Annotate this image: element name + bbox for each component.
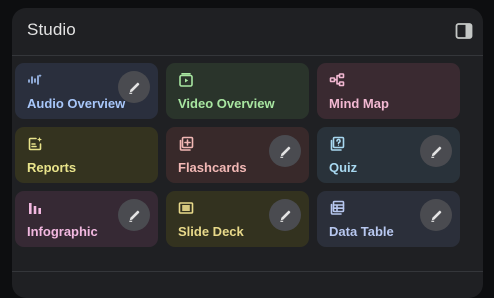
card-label: Quiz (329, 160, 358, 175)
bar-chart-icon (27, 200, 43, 216)
bottom-divider (12, 271, 483, 272)
header-divider (12, 55, 483, 56)
card-label: Flashcards (178, 160, 247, 175)
audio-waveform-icon (27, 72, 43, 88)
flashcards-icon (178, 136, 194, 152)
studio-card-infographic[interactable]: Infographic (15, 191, 158, 247)
edit-pencil-icon[interactable] (269, 135, 301, 167)
table-icon (329, 200, 345, 216)
reports-sparkle-icon (27, 136, 43, 152)
side-panel-icon[interactable] (455, 22, 473, 40)
panel-title: Studio (27, 20, 76, 39)
edit-pencil-icon[interactable] (420, 199, 452, 231)
edit-pencil-icon[interactable] (118, 199, 150, 231)
card-label: Mind Map (329, 96, 389, 111)
edit-pencil-icon[interactable] (269, 199, 301, 231)
studio-card-data-table[interactable]: Data Table (317, 191, 460, 247)
studio-card-flashcards[interactable]: Flashcards (166, 127, 309, 183)
card-label: Data Table (329, 224, 394, 239)
quiz-icon (329, 136, 345, 152)
studio-card-reports[interactable]: Reports (15, 127, 158, 183)
mind-map-icon (329, 72, 345, 88)
studio-card-slide-deck[interactable]: Slide Deck (166, 191, 309, 247)
card-label: Slide Deck (178, 224, 244, 239)
edit-pencil-icon[interactable] (118, 71, 150, 103)
card-label: Audio Overview (27, 96, 126, 111)
studio-card-mind-map[interactable]: Mind Map (317, 63, 460, 119)
studio-card-audio-overview[interactable]: Audio Overview (15, 63, 158, 119)
slide-deck-icon (178, 200, 194, 216)
studio-card-video-overview[interactable]: Video Overview (166, 63, 309, 119)
studio-card-quiz[interactable]: Quiz (317, 127, 460, 183)
card-label: Infographic (27, 224, 98, 239)
card-label: Reports (27, 160, 77, 175)
card-label: Video Overview (178, 96, 275, 111)
studio-header: Studio (12, 8, 483, 55)
edit-pencil-icon[interactable] (420, 135, 452, 167)
video-play-icon (178, 72, 194, 88)
